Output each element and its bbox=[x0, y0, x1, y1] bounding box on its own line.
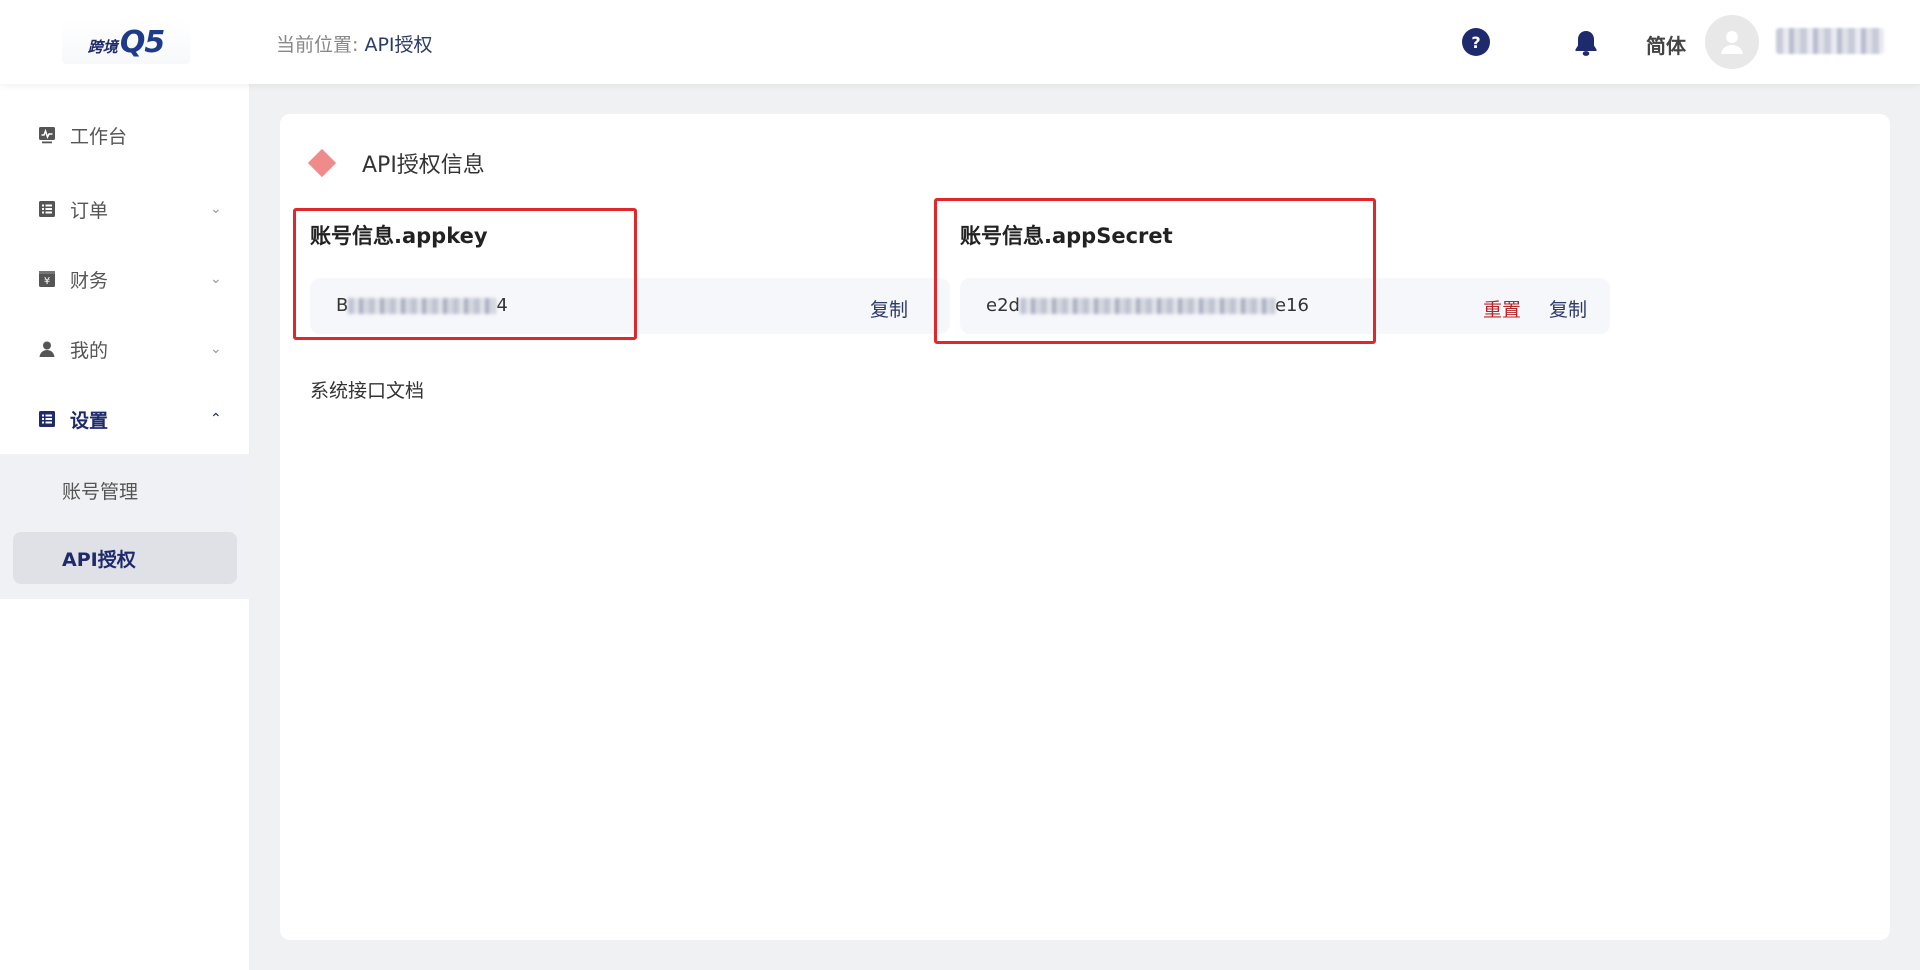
api-docs-link[interactable]: 系统接口文档 bbox=[310, 376, 424, 403]
dashboard-icon bbox=[38, 126, 56, 144]
sidebar-item-finance[interactable]: ¥ 财务 ⌄ bbox=[0, 251, 250, 307]
settings-list-icon bbox=[38, 410, 56, 428]
chevron-down-icon: ⌄ bbox=[210, 341, 222, 357]
sidebar-item-mine[interactable]: 我的 ⌄ bbox=[0, 321, 250, 377]
breadcrumb-prefix: 当前位置: bbox=[276, 34, 359, 56]
chevron-down-icon: ⌄ bbox=[210, 271, 222, 287]
chevron-up-icon: ⌃ bbox=[210, 411, 222, 427]
appsecret-highlight-box bbox=[934, 198, 1376, 344]
breadcrumb-current: API授权 bbox=[364, 34, 433, 56]
diamond-icon bbox=[307, 148, 337, 178]
sidebar: 工作台 订单 ⌄ ¥ 财务 ⌄ 我的 ⌄ 设置 ⌃ 账号管理 API授权 bbox=[0, 84, 250, 970]
svg-text:¥: ¥ bbox=[44, 276, 50, 287]
sidebar-item-workbench[interactable]: 工作台 bbox=[0, 107, 250, 163]
submenu-item-label: 账号管理 bbox=[62, 480, 139, 503]
appkey-copy-button[interactable]: 复制 bbox=[870, 295, 908, 322]
help-icon[interactable]: ? bbox=[1462, 28, 1490, 56]
settings-submenu: 账号管理 API授权 bbox=[0, 454, 250, 599]
appkey-highlight-box bbox=[293, 208, 637, 340]
section-header: API授权信息 bbox=[307, 147, 485, 179]
logo-text-small: 跨境 bbox=[87, 37, 118, 56]
finance-icon: ¥ bbox=[38, 270, 56, 288]
list-icon bbox=[38, 200, 56, 218]
logo[interactable]: 跨境 Q5 bbox=[62, 20, 190, 64]
sidebar-item-label: 财务 bbox=[70, 269, 109, 292]
help-glyph: ? bbox=[1471, 32, 1481, 52]
username-blurred[interactable] bbox=[1776, 28, 1884, 54]
sidebar-item-label: 设置 bbox=[70, 409, 109, 432]
sidebar-item-orders[interactable]: 订单 ⌄ bbox=[0, 181, 250, 237]
submenu-item-account[interactable]: 账号管理 bbox=[13, 464, 237, 516]
avatar-person-icon bbox=[1721, 31, 1743, 54]
submenu-item-api-auth[interactable]: API授权 bbox=[13, 532, 237, 584]
section-title: API授权信息 bbox=[362, 153, 485, 178]
sidebar-item-label: 工作台 bbox=[70, 125, 128, 148]
logo-text-big: Q5 bbox=[119, 24, 165, 60]
top-header: 跨境 Q5 当前位置: API授权 ? 简体 bbox=[0, 0, 1920, 84]
bell-icon[interactable] bbox=[1572, 28, 1600, 58]
submenu-item-label: API授权 bbox=[62, 548, 136, 571]
sidebar-item-label: 我的 bbox=[70, 339, 109, 362]
avatar[interactable] bbox=[1705, 15, 1759, 69]
reset-button[interactable]: 重置 bbox=[1483, 295, 1521, 322]
breadcrumb: 当前位置: API授权 bbox=[276, 30, 433, 57]
user-icon bbox=[38, 340, 56, 358]
appsecret-copy-button[interactable]: 复制 bbox=[1549, 295, 1587, 322]
chevron-down-icon: ⌄ bbox=[210, 201, 222, 217]
api-auth-card: API授权信息 账号信息.appkey B 4 复制 账号信息.appSecre… bbox=[280, 114, 1890, 940]
language-switch[interactable]: 简体 bbox=[1646, 30, 1686, 59]
sidebar-item-settings[interactable]: 设置 ⌃ bbox=[0, 391, 250, 447]
sidebar-item-label: 订单 bbox=[70, 199, 109, 222]
